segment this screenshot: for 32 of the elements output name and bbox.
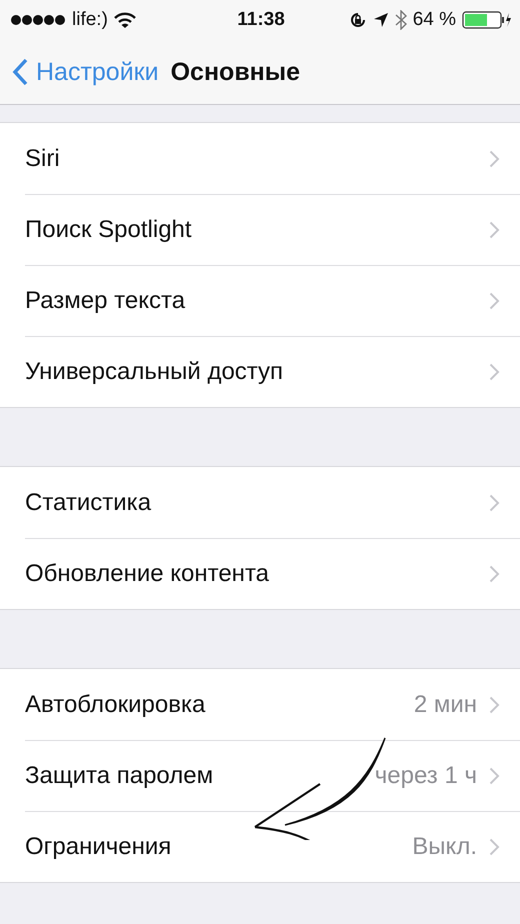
chevron-icon (489, 292, 500, 310)
row-value: Выкл. (412, 832, 477, 860)
settings-row[interactable]: Ограничения Выкл. (0, 811, 520, 882)
clock-time: 11:38 (237, 9, 285, 31)
row-value: 2 мин (414, 690, 477, 718)
settings-row[interactable]: Поиск Spotlight (0, 194, 520, 265)
chevron-icon (489, 766, 500, 784)
location-icon (372, 12, 389, 28)
rotation-lock-icon (348, 11, 367, 29)
chevron-icon (489, 362, 500, 380)
settings-row[interactable]: Автоблокировка 2 мин (0, 669, 520, 740)
settings-row[interactable]: Защита паролем через 1 ч (0, 740, 520, 811)
bluetooth-icon (394, 10, 407, 30)
chevron-icon (489, 564, 500, 582)
settings-row[interactable]: Статистика (0, 467, 520, 538)
chevron-icon (489, 150, 500, 168)
battery-charging-icon (462, 11, 512, 29)
settings-row[interactable]: Обновление контента (0, 538, 520, 609)
back-chevron-icon (12, 58, 28, 86)
row-value: через 1 ч (374, 762, 477, 790)
settings-row[interactable]: Siri (0, 123, 520, 194)
wifi-icon (114, 12, 136, 28)
carrier-name: life:) (72, 9, 108, 31)
signal-icon (10, 14, 66, 26)
page-title: Основные (170, 58, 300, 86)
chevron-icon (489, 696, 500, 714)
chevron-icon (489, 220, 500, 238)
settings-row[interactable]: Размер текста (0, 265, 520, 336)
settings-row[interactable]: Универсальный доступ (0, 336, 520, 407)
battery-percent: 64 % (412, 9, 456, 31)
chevron-icon (489, 838, 500, 856)
chevron-icon (489, 494, 500, 512)
